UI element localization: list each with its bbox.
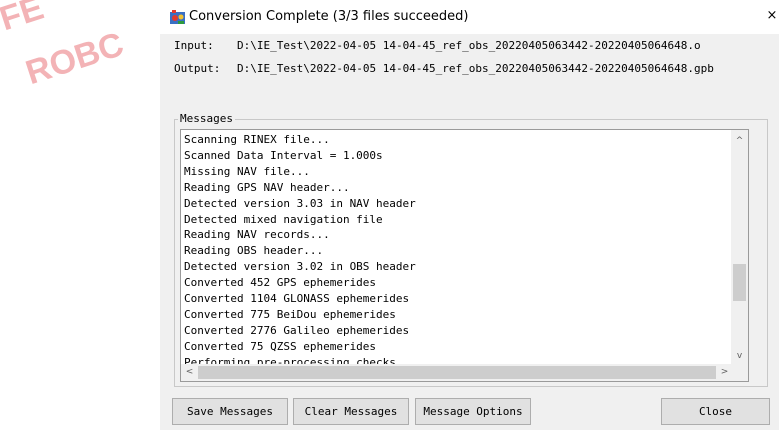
input-path-row: Input: D:\IE_Test\2022-04-05 14-04-45_ref… [174, 39, 701, 52]
window-title: Conversion Complete (3/3 files succeeded… [189, 9, 469, 24]
watermark-text-2: ROBC [21, 25, 128, 84]
message-line: Detected version 3.02 in OBS header [184, 260, 416, 274]
save-messages-button[interactable]: Save Messages [172, 398, 288, 425]
message-line: Converted 1104 GLONASS ephemerides [184, 292, 410, 306]
input-path-value: D:\IE_Test\2022-04-05 14-04-45_ref_obs_2… [237, 39, 701, 52]
messages-lines: Scanning RINEX file... Scanned Data Inter… [184, 132, 416, 371]
vertical-scrollbar[interactable]: ^ v [731, 130, 748, 365]
messages-group-label: Messages [178, 112, 235, 125]
output-label: Output: [174, 62, 221, 75]
vertical-scroll-thumb[interactable] [733, 264, 746, 301]
message-line: Missing NAV file... [184, 164, 310, 178]
scroll-up-icon[interactable]: ^ [731, 134, 748, 148]
message-line: Detected version 3.03 in NAV header [184, 196, 416, 210]
input-label: Input: [174, 39, 214, 52]
output-path-row: Output: D:\IE_Test\2022-04-05 14-04-45_re… [174, 62, 714, 75]
message-line: Reading OBS header... [184, 244, 324, 258]
message-line: Converted 775 BeiDou ephemerides [184, 307, 396, 321]
message-line: Detected mixed navigation file [184, 212, 383, 226]
message-line: Converted 2776 Galileo ephemerides [184, 323, 410, 337]
title-bar: Conversion Complete (3/3 files succeeded… [160, 0, 779, 34]
messages-list[interactable]: Scanning RINEX file... Scanned Data Inter… [180, 129, 749, 382]
horizontal-scroll-thumb[interactable] [198, 366, 716, 379]
message-options-button[interactable]: Message Options [415, 398, 531, 425]
message-line: Converted 75 QZSS ephemerides [184, 339, 377, 353]
message-line: Reading NAV records... [184, 228, 330, 242]
clear-messages-button[interactable]: Clear Messages [293, 398, 409, 425]
conversion-dialog: Conversion Complete (3/3 files succeeded… [160, 0, 779, 430]
scrollbar-corner [731, 364, 748, 381]
message-line: Reading GPS NAV header... [184, 180, 350, 194]
close-window-icon[interactable]: × [766, 7, 778, 25]
watermark-text-1: FE [0, 0, 48, 38]
scroll-down-icon[interactable]: v [731, 349, 748, 363]
message-line: Scanned Data Interval = 1.000s [184, 148, 383, 162]
scroll-left-icon[interactable]: < [181, 365, 198, 379]
output-path-value: D:\IE_Test\2022-04-05 14-04-45_ref_obs_2… [237, 62, 714, 75]
watermark-logo: FE ROBC [0, 0, 128, 84]
horizontal-scrollbar[interactable]: < > [181, 364, 733, 381]
message-line: Scanning RINEX file... [184, 133, 330, 146]
message-line: Converted 452 GPS ephemerides [184, 276, 377, 290]
gnss-app-icon [170, 10, 185, 24]
close-button[interactable]: Close [661, 398, 770, 425]
